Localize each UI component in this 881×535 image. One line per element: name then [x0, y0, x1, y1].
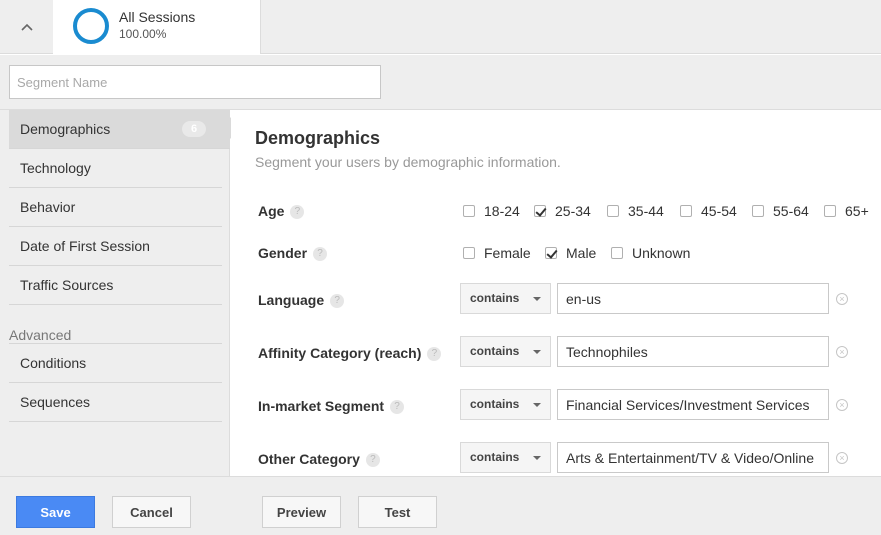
- segment-percent: 100.00%: [119, 27, 167, 41]
- operator-label: contains: [470, 344, 520, 358]
- other-operator-select[interactable]: contains: [460, 442, 551, 473]
- chevron-up-icon: [20, 23, 33, 31]
- help-icon[interactable]: ?: [290, 205, 305, 220]
- segment-sidebar: Demographics 6 Technology Behavior Date …: [0, 110, 230, 476]
- age-label: Age?: [258, 203, 305, 220]
- checkbox-box: [680, 205, 692, 217]
- affinity-operator-select[interactable]: contains: [460, 336, 551, 367]
- gender-label: Gender?: [258, 245, 328, 262]
- panel-title: Demographics: [255, 128, 381, 148]
- sidebar-item-label: Date of First Session: [20, 238, 150, 254]
- in-market-segment-label: In-market Segment?: [258, 398, 405, 415]
- language-operator-select[interactable]: contains: [460, 283, 551, 314]
- help-icon[interactable]: ?: [313, 247, 328, 262]
- segment-title: All Sessions: [119, 9, 196, 25]
- gender-label-text: Gender: [258, 245, 308, 261]
- sidebar-item-date-of-first-session[interactable]: Date of First Session: [9, 227, 222, 266]
- checkbox-label: 35-44: [628, 203, 664, 219]
- checkbox-box-checked: [534, 205, 546, 217]
- checkbox-box: [607, 205, 619, 217]
- sidebar-item-traffic-sources[interactable]: Traffic Sources: [9, 266, 222, 305]
- preview-button[interactable]: Preview: [262, 496, 341, 528]
- other-value-input[interactable]: [557, 442, 829, 473]
- segment-footer: Save Cancel Preview Test: [0, 476, 881, 535]
- checkbox-label: 55-64: [773, 203, 809, 219]
- sidebar-item-technology[interactable]: Technology: [9, 149, 222, 188]
- sidebar-item-label: Sequences: [20, 394, 91, 410]
- demographics-panel: Demographics Segment your users by demog…: [231, 110, 881, 476]
- segment-ring-icon: [73, 8, 109, 44]
- segment-header: All Sessions 100.00%: [0, 0, 881, 54]
- checkbox-box: [752, 205, 764, 217]
- help-icon[interactable]: ?: [427, 347, 442, 362]
- caret-down-icon: [533, 456, 541, 460]
- clear-icon[interactable]: ×: [836, 346, 848, 358]
- help-icon[interactable]: ?: [330, 294, 345, 309]
- caret-down-icon: [533, 350, 541, 354]
- save-button[interactable]: Save: [16, 496, 95, 528]
- clear-icon[interactable]: ×: [836, 452, 848, 464]
- sidebar-item-label: Behavior: [20, 199, 76, 215]
- checkbox-box: [824, 205, 836, 217]
- affinity-value-input[interactable]: [557, 336, 829, 367]
- checkbox-label: 25-34: [555, 203, 591, 219]
- clear-icon[interactable]: ×: [836, 293, 848, 305]
- age-checkbox-35-44[interactable]: 35-44: [607, 203, 664, 219]
- checkbox-label: Male: [566, 245, 597, 261]
- caret-down-icon: [533, 297, 541, 301]
- age-checkbox-55-64[interactable]: 55-64: [752, 203, 809, 219]
- sidebar-item-conditions[interactable]: Conditions: [9, 344, 222, 383]
- checkbox-box: [463, 247, 475, 259]
- collapse-button[interactable]: [0, 0, 53, 54]
- gender-checkbox-male[interactable]: Male: [545, 245, 596, 261]
- condition-label-text: In-market Segment: [258, 398, 385, 414]
- condition-label-text: Affinity Category (reach): [258, 345, 422, 361]
- checkbox-box: [611, 247, 623, 259]
- sidebar-item-label: Traffic Sources: [20, 277, 114, 293]
- sidebar-item-label: Conditions: [20, 355, 87, 371]
- segment-name-input[interactable]: [9, 65, 381, 99]
- language-label: Language?: [258, 292, 345, 309]
- condition-label-text: Other Category: [258, 451, 360, 467]
- operator-label: contains: [470, 397, 520, 411]
- checkbox-label: Unknown: [632, 245, 691, 261]
- age-checkbox-45-54[interactable]: 45-54: [680, 203, 737, 219]
- help-icon[interactable]: ?: [365, 453, 380, 468]
- clear-icon[interactable]: ×: [836, 399, 848, 411]
- sidebar-item-label: Technology: [20, 160, 91, 176]
- language-value-input[interactable]: [557, 283, 829, 314]
- operator-label: contains: [470, 291, 520, 305]
- sidebar-item-behavior[interactable]: Behavior: [9, 188, 222, 227]
- in-market-operator-select[interactable]: contains: [460, 389, 551, 420]
- checkbox-box-checked: [545, 247, 557, 259]
- help-icon[interactable]: ?: [390, 400, 405, 415]
- demographics-count-badge: 6: [182, 121, 206, 137]
- gender-checkbox-female[interactable]: Female: [463, 245, 531, 261]
- segment-name-bar: [0, 55, 881, 110]
- other-category-label: Other Category?: [258, 451, 380, 468]
- test-button[interactable]: Test: [358, 496, 437, 528]
- checkbox-label: Female: [484, 245, 531, 261]
- sidebar-item-label: Demographics: [20, 121, 111, 137]
- in-market-value-input[interactable]: [557, 389, 829, 420]
- sidebar-item-sequences[interactable]: Sequences: [9, 383, 222, 422]
- sidebar-item-demographics[interactable]: Demographics 6: [9, 110, 230, 149]
- checkbox-box: [463, 205, 475, 217]
- checkbox-label: 18-24: [484, 203, 520, 219]
- checkbox-label: 45-54: [701, 203, 737, 219]
- age-label-text: Age: [258, 203, 285, 219]
- cancel-button[interactable]: Cancel: [112, 496, 191, 528]
- condition-label-text: Language: [258, 292, 325, 308]
- age-checkbox-18-24[interactable]: 18-24: [463, 203, 520, 219]
- gender-checkbox-unknown[interactable]: Unknown: [611, 245, 690, 261]
- affinity-category-label: Affinity Category (reach)?: [258, 345, 442, 362]
- panel-subtitle: Segment your users by demographic inform…: [255, 154, 561, 170]
- operator-label: contains: [470, 450, 520, 464]
- caret-down-icon: [533, 403, 541, 407]
- age-checkbox-25-34[interactable]: 25-34: [534, 203, 591, 219]
- checkbox-label: 65+: [845, 203, 869, 219]
- segment-card-all-sessions[interactable]: All Sessions 100.00%: [53, 0, 261, 54]
- age-checkbox-65-plus[interactable]: 65+: [824, 203, 869, 219]
- sidebar-section-advanced: Advanced: [9, 327, 72, 343]
